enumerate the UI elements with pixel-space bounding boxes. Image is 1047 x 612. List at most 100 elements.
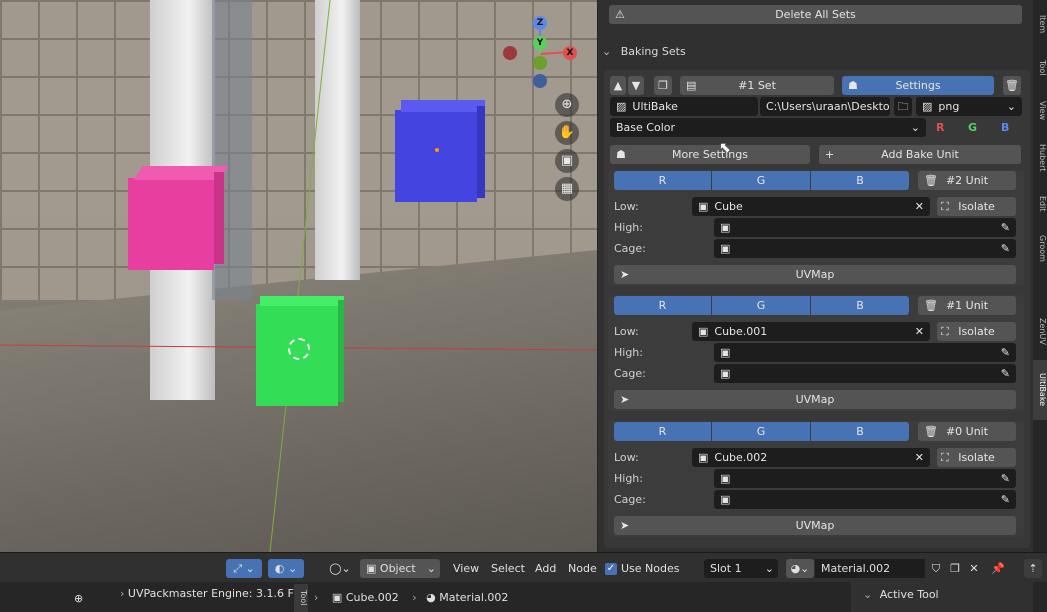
map-type-dropdown[interactable]: Base Color ⌄ (610, 118, 926, 137)
cage-object-field[interactable]: ▣ ✎ (714, 239, 1016, 258)
move-down-button[interactable]: ▼ (628, 76, 644, 95)
tab-edit[interactable]: Edit (1033, 188, 1047, 220)
bake-path-field[interactable]: C:\Users\uraan\Desktop... (760, 97, 890, 116)
copy-icon[interactable]: ❐ (654, 76, 672, 95)
3d-viewport[interactable]: Z Y X ⊕ ✋ ▣ ▦ (0, 0, 597, 552)
unit-channel-r[interactable]: R (614, 422, 711, 441)
close-icon[interactable]: ✕ (915, 197, 924, 216)
high-object-field[interactable]: ▣ ✎ (714, 218, 1016, 237)
tab-hubert[interactable]: Hubert (1033, 134, 1047, 182)
trash-icon[interactable]: 🗑 (1003, 76, 1021, 95)
gizmo-y-axis[interactable]: Y (533, 36, 547, 50)
menu-select[interactable]: Select (491, 559, 525, 578)
eyedropper-icon[interactable]: ✎ (1001, 364, 1010, 383)
unit-name-button[interactable]: 🗑 #0 Unit (918, 422, 1016, 441)
pink-cube[interactable] (128, 166, 229, 270)
settings-button[interactable]: ☗ Settings (842, 76, 994, 95)
menu-add[interactable]: Add (535, 559, 556, 578)
cage-object-field[interactable]: ▣ ✎ (714, 490, 1016, 509)
channel-r-toggle[interactable]: R (936, 118, 944, 137)
unit-channel-r[interactable]: R (614, 296, 711, 315)
channel-g-toggle[interactable]: G (968, 118, 977, 137)
tab-view[interactable]: View (1033, 92, 1047, 128)
pin-icon[interactable]: 📌 (990, 559, 1006, 578)
format-dropdown[interactable]: ▨ png ⌄ (916, 97, 1022, 116)
low-object-field[interactable]: ▣ Cube.001 ✕ (692, 322, 930, 341)
uvmap-button[interactable]: ➤ UVMap (614, 265, 1016, 284)
use-nodes-checkbox[interactable]: ✓ Use Nodes (605, 559, 680, 578)
unit-channel-b[interactable]: B (811, 296, 909, 315)
fake-user-shield-icon[interactable]: ⛉ (928, 559, 944, 578)
baking-sets-header[interactable]: ⌄ Baking Sets (602, 43, 686, 61)
gizmo-z-axis[interactable]: Z (533, 16, 547, 30)
navigation-gizmo[interactable]: Z Y X (500, 14, 580, 94)
duplicate-icon[interactable]: ❐ (947, 559, 963, 578)
low-object-field[interactable]: ▣ Cube ✕ (692, 197, 930, 216)
material-browse-button[interactable]: ◕⌄ (786, 559, 814, 578)
menu-view[interactable]: View (453, 559, 479, 578)
move-up-button[interactable]: ▲ (610, 76, 626, 95)
delete-all-sets-button[interactable]: ⚠ Delete All Sets (609, 5, 1022, 24)
folder-icon[interactable]: 🗀 (894, 97, 912, 116)
tab-tool-vertical[interactable]: Tool (294, 584, 308, 612)
object-icon-button[interactable]: ◯⌄ (326, 559, 354, 578)
channel-b-toggle[interactable]: B (1001, 118, 1009, 137)
low-object-field[interactable]: ▣ Cube.002 ✕ (692, 448, 930, 467)
material-name-field[interactable]: Material.002 (815, 559, 925, 578)
tab-item[interactable]: Item (1033, 4, 1047, 44)
eyedropper-icon[interactable]: ✎ (1001, 490, 1010, 509)
unit-channel-g[interactable]: G (712, 171, 810, 190)
high-object-field[interactable]: ▣ ✎ (714, 469, 1016, 488)
unit-name-button[interactable]: 🗑 #2 Unit (918, 171, 1016, 190)
unit-name-button[interactable]: 🗑 #1 Unit (918, 296, 1016, 315)
blue-cube[interactable] (395, 100, 485, 202)
zoom-icon[interactable]: ⊕ (555, 93, 579, 117)
set-name-button[interactable]: ▤ #1 Set (680, 76, 834, 95)
camera-icon[interactable]: ▣ (555, 149, 579, 173)
unit-channel-b[interactable]: B (811, 171, 909, 190)
high-object-field[interactable]: ▣ ✎ (714, 343, 1016, 362)
high-label: High: (614, 221, 643, 234)
uvmap-button[interactable]: ➤ UVMap (614, 516, 1016, 535)
add-bake-unit-button[interactable]: + Add Bake Unit (819, 145, 1021, 164)
cage-object-field[interactable]: ▣ ✎ (714, 364, 1016, 383)
isolate-button[interactable]: ⛶ Isolate (937, 322, 1016, 341)
tab-groom[interactable]: Groom (1033, 226, 1047, 270)
mode-dropdown[interactable]: ▣ Object ⌄ (360, 559, 440, 578)
unlink-close-icon[interactable]: ✕ (966, 559, 982, 578)
uvmap-button[interactable]: ➤ UVMap (614, 390, 1016, 409)
bake-name-field[interactable]: ▨ UltiBake (610, 97, 758, 116)
editor-type-button[interactable]: ⤢ ⌄ (226, 559, 262, 578)
unit-channel-b[interactable]: B (811, 422, 909, 441)
unit-channel-g[interactable]: G (712, 422, 810, 441)
tab-ultibake[interactable]: UltiBake (1033, 360, 1047, 420)
collapse-arrow-icon[interactable]: ⇡ (1024, 559, 1042, 578)
gizmo-neg-x-axis[interactable] (503, 46, 517, 60)
shader-type-button[interactable]: ◐ ⌄ (268, 559, 304, 578)
trash-icon: 🗑 (924, 299, 938, 312)
close-icon[interactable]: ✕ (915, 448, 924, 467)
gizmo-neg-y-axis[interactable] (533, 56, 547, 70)
isolate-button[interactable]: ⛶ Isolate (937, 448, 1016, 467)
grid-perspective-icon[interactable]: ▦ (555, 177, 579, 201)
tab-zenuv[interactable]: ZenUV (1033, 308, 1047, 354)
eyedropper-icon[interactable]: ✎ (1001, 469, 1010, 488)
close-icon[interactable]: ✕ (915, 322, 924, 341)
eyedropper-icon[interactable]: ✎ (1001, 218, 1010, 237)
eyedropper-icon[interactable]: ✎ (1001, 343, 1010, 362)
isolate-button[interactable]: ⛶ Isolate (937, 197, 1016, 216)
tab-tool[interactable]: Tool (1033, 50, 1047, 86)
uvpackmaster-panel[interactable]: › UVPackmaster Engine: 3.1.6 FR (120, 584, 301, 603)
menu-node[interactable]: Node (568, 559, 597, 578)
more-settings-button[interactable]: ☗ More Settings (610, 145, 810, 164)
active-tool-panel[interactable]: ⌄ Active Tool (851, 582, 1033, 612)
slot-dropdown[interactable]: Slot 1 ⌄ (704, 559, 778, 578)
isolate-icon: ⛶ (941, 451, 949, 464)
unit-channel-r[interactable]: R (614, 171, 711, 190)
zoom-icon[interactable]: ⊕ (74, 589, 83, 608)
unit-channel-g[interactable]: G (712, 296, 810, 315)
gizmo-x-axis[interactable]: X (563, 46, 577, 60)
pan-hand-icon[interactable]: ✋ (555, 121, 579, 145)
gizmo-neg-z-axis[interactable] (533, 74, 547, 88)
eyedropper-icon[interactable]: ✎ (1001, 239, 1010, 258)
